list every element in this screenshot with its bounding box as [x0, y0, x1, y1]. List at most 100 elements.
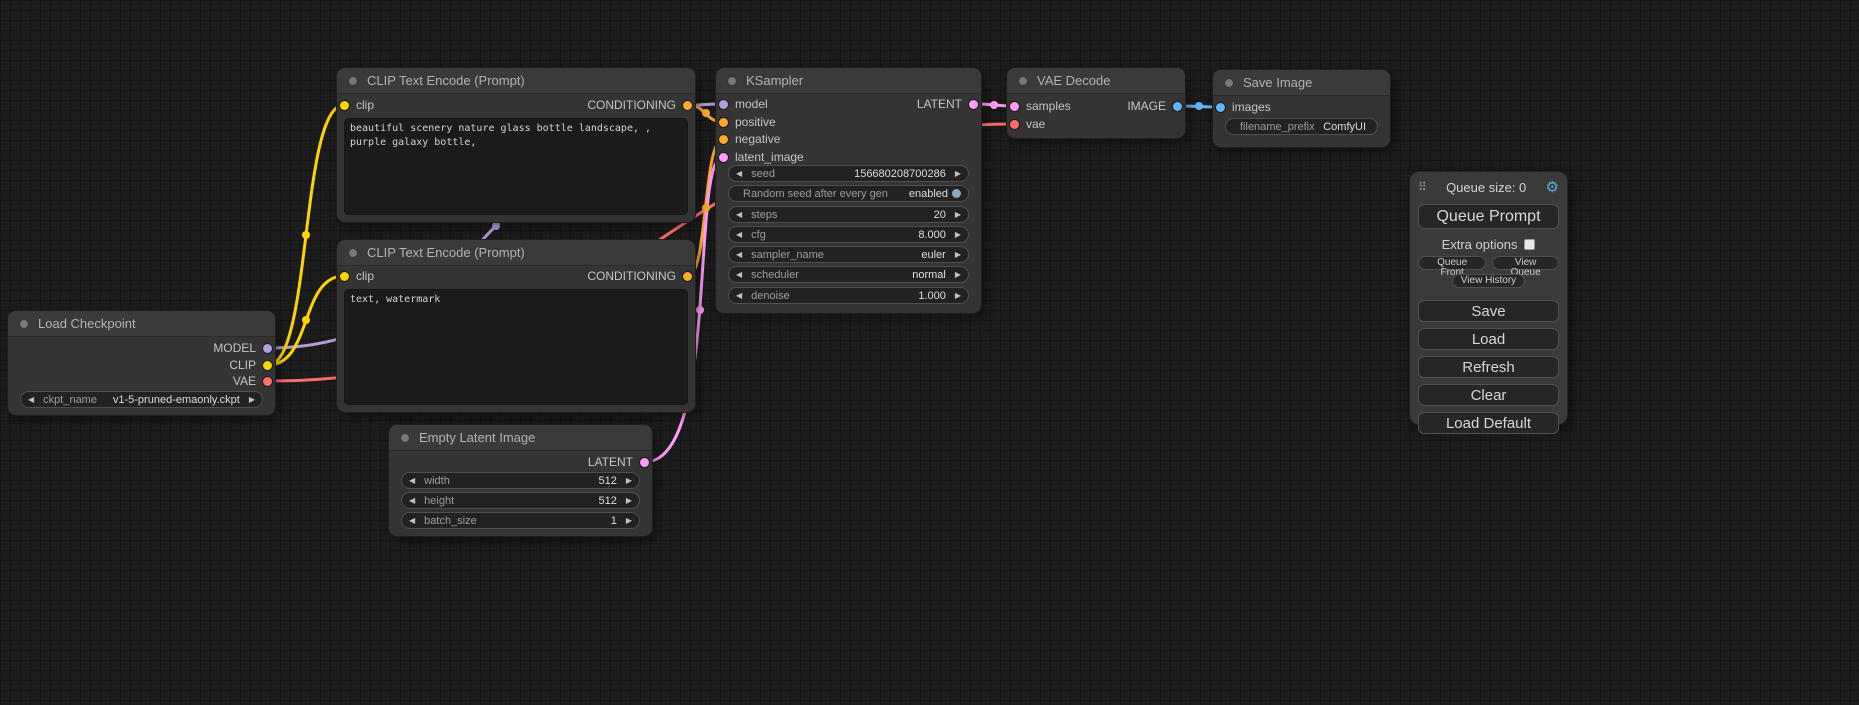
increment-arrow-icon[interactable]: ▶: [955, 170, 961, 178]
decrement-arrow-icon[interactable]: ◀: [409, 497, 415, 505]
output-row: IMAGE: [1007, 98, 1185, 114]
collapse-dot[interactable]: [348, 76, 358, 86]
increment-arrow-icon[interactable]: ▶: [626, 477, 632, 485]
queue-menu-panel: ⠿ Queue size: 0 ⚙ Queue Prompt Extra opt…: [1410, 172, 1567, 424]
view-history-button[interactable]: View History: [1452, 274, 1525, 288]
output-slot-conditioning[interactable]: [683, 101, 692, 110]
output-slot-vae[interactable]: [263, 377, 272, 386]
decrement-arrow-icon[interactable]: ◀: [736, 271, 742, 279]
input-slot-images[interactable]: [1216, 103, 1225, 112]
output-slot-clip[interactable]: [263, 361, 272, 370]
output-slot-model[interactable]: [263, 344, 272, 353]
clear-button[interactable]: Clear: [1418, 384, 1559, 406]
increment-arrow-icon[interactable]: ▶: [626, 517, 632, 525]
wire-midpoint-dot: [696, 306, 704, 314]
refresh-button[interactable]: Refresh: [1418, 356, 1559, 378]
widget-scheduler[interactable]: ◀ scheduler normal ▶: [728, 266, 969, 283]
widget-width[interactable]: ◀ width 512 ▶: [401, 472, 640, 489]
graph-canvas[interactable]: Load Checkpoint MODEL CLIP VAE ◀ ckpt_na…: [0, 0, 1859, 705]
decrement-arrow-icon[interactable]: ◀: [736, 211, 742, 219]
output-label-clip: CLIP: [229, 358, 256, 372]
collapse-dot[interactable]: [1224, 78, 1234, 88]
widget-height[interactable]: ◀ height 512 ▶: [401, 492, 640, 509]
node-title: KSampler: [746, 73, 803, 88]
wire-midpoint-dot: [1195, 102, 1203, 110]
widget-steps[interactable]: ◀ steps 20 ▶: [728, 206, 969, 223]
node-title-bar[interactable]: CLIP Text Encode (Prompt): [337, 68, 695, 94]
output-slot-latent[interactable]: [640, 458, 649, 467]
collapse-dot[interactable]: [348, 248, 358, 258]
prompt-textarea[interactable]: text, watermark: [344, 289, 688, 405]
node-load-checkpoint[interactable]: Load Checkpoint MODEL CLIP VAE ◀ ckpt_na…: [8, 311, 275, 415]
node-title-bar[interactable]: Empty Latent Image: [389, 425, 652, 451]
output-label-conditioning: CONDITIONING: [587, 269, 676, 283]
widget-denoise[interactable]: ◀ denoise 1.000 ▶: [728, 287, 969, 304]
increment-arrow-icon[interactable]: ▶: [626, 497, 632, 505]
widget-label: ckpt_name: [43, 394, 97, 406]
load-button[interactable]: Load: [1418, 328, 1559, 350]
extra-options-checkbox[interactable]: [1524, 239, 1535, 250]
queue-front-button[interactable]: Queue Front: [1418, 256, 1486, 270]
view-queue-button[interactable]: View Queue: [1492, 256, 1559, 270]
node-empty-latent-image[interactable]: Empty Latent Image LATENT ◀ width 512 ▶ …: [389, 425, 652, 536]
wire-midpoint-dot: [302, 316, 310, 324]
collapse-dot[interactable]: [727, 76, 737, 86]
output-row: VAE: [8, 373, 275, 389]
load-default-button[interactable]: Load Default: [1418, 412, 1559, 434]
node-title-bar[interactable]: Load Checkpoint: [8, 311, 275, 337]
increment-arrow-icon[interactable]: ▶: [955, 211, 961, 219]
node-title-bar[interactable]: Save Image: [1213, 70, 1390, 96]
widget-value: 20: [934, 209, 946, 221]
node-title-bar[interactable]: KSampler: [716, 68, 981, 94]
node-save-image[interactable]: Save Image images filename_prefix ComfyU…: [1213, 70, 1390, 147]
collapse-dot[interactable]: [1018, 76, 1028, 86]
decrement-arrow-icon[interactable]: ◀: [736, 292, 742, 300]
output-slot-conditioning[interactable]: [683, 272, 692, 281]
widget-seed[interactable]: ◀ seed 156680208700286 ▶: [728, 165, 969, 182]
decrement-arrow-icon[interactable]: ◀: [409, 517, 415, 525]
collapse-dot[interactable]: [19, 319, 29, 329]
decrement-arrow-icon[interactable]: ◀: [28, 396, 34, 404]
output-slot-latent[interactable]: [969, 100, 978, 109]
increment-arrow-icon[interactable]: ▶: [955, 231, 961, 239]
widget-batch-size[interactable]: ◀ batch_size 1 ▶: [401, 512, 640, 529]
increment-arrow-icon[interactable]: ▶: [249, 396, 255, 404]
decrement-arrow-icon[interactable]: ◀: [736, 170, 742, 178]
input-slot-latent-image[interactable]: [719, 153, 728, 162]
node-vae-decode[interactable]: VAE Decode samples IMAGE vae: [1007, 68, 1185, 138]
widget-ckpt-name[interactable]: ◀ ckpt_name v1-5-pruned-emaonly.ckpt ▶: [20, 391, 263, 408]
node-ksampler[interactable]: KSampler model LATENT positive negative …: [716, 68, 981, 313]
wire-clip-positive: [268, 105, 344, 365]
increment-arrow-icon[interactable]: ▶: [955, 271, 961, 279]
widget-label: scheduler: [751, 269, 799, 281]
node-clip-text-encode-positive[interactable]: CLIP Text Encode (Prompt) clip CONDITION…: [337, 68, 695, 222]
collapse-dot[interactable]: [400, 433, 410, 443]
decrement-arrow-icon[interactable]: ◀: [736, 231, 742, 239]
toggle-indicator[interactable]: [952, 189, 961, 198]
decrement-arrow-icon[interactable]: ◀: [409, 477, 415, 485]
node-clip-text-encode-negative[interactable]: CLIP Text Encode (Prompt) clip CONDITION…: [337, 240, 695, 412]
input-slot-negative[interactable]: [719, 135, 728, 144]
widget-filename-prefix[interactable]: filename_prefix ComfyUI: [1225, 118, 1378, 135]
node-title-bar[interactable]: VAE Decode: [1007, 68, 1185, 94]
widget-random-seed-toggle[interactable]: Random seed after every gen enabled: [728, 185, 969, 202]
node-title-bar[interactable]: CLIP Text Encode (Prompt): [337, 240, 695, 266]
input-row: negative: [716, 131, 981, 147]
input-slot-positive[interactable]: [719, 118, 728, 127]
increment-arrow-icon[interactable]: ▶: [955, 292, 961, 300]
widget-cfg[interactable]: ◀ cfg 8.000 ▶: [728, 226, 969, 243]
decrement-arrow-icon[interactable]: ◀: [736, 251, 742, 259]
drag-handle-icon[interactable]: ⠿: [1418, 180, 1427, 194]
widget-value: ComfyUI: [1323, 121, 1366, 133]
prompt-textarea[interactable]: beautiful scenery nature glass bottle la…: [344, 118, 688, 215]
increment-arrow-icon[interactable]: ▶: [955, 251, 961, 259]
save-button[interactable]: Save: [1418, 300, 1559, 322]
widget-sampler-name[interactable]: ◀ sampler_name euler ▶: [728, 246, 969, 263]
queue-prompt-button[interactable]: Queue Prompt: [1418, 204, 1559, 229]
widget-value: normal: [912, 269, 946, 281]
input-slot-vae[interactable]: [1010, 120, 1019, 129]
queue-actions-row: Queue Front View Queue: [1418, 256, 1559, 270]
output-slot-image[interactable]: [1173, 102, 1182, 111]
widget-label: seed: [751, 168, 775, 180]
settings-gear-icon[interactable]: ⚙: [1546, 178, 1559, 196]
